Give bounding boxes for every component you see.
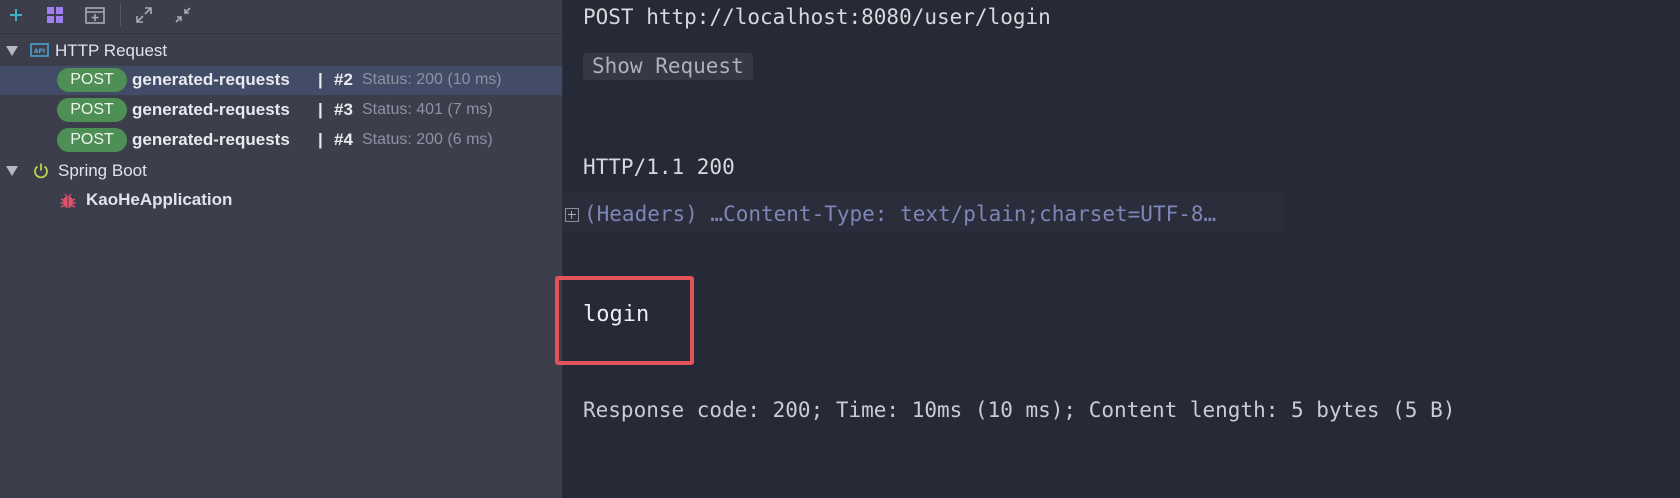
request-separator: | xyxy=(318,100,323,119)
tree-node-http-request[interactable]: API HTTP Request xyxy=(0,37,562,66)
method-badge: POST xyxy=(57,98,127,122)
request-item[interactable]: POST generated-requests | #4 Status: 200… xyxy=(0,126,562,155)
request-separator: | xyxy=(318,70,323,89)
services-panel: API HTTP Request POST generated-requests… xyxy=(0,0,563,498)
request-name: generated-requests xyxy=(132,130,290,149)
app-label: KaoHeApplication xyxy=(86,190,233,209)
api-icon: API xyxy=(30,42,49,63)
response-summary: Response code: 200; Time: 10ms (10 ms); … xyxy=(583,398,1456,422)
add-tab-icon[interactable] xyxy=(82,2,108,28)
expand-all-icon[interactable] xyxy=(131,2,157,28)
request-status: Status: 200 (6 ms) xyxy=(362,131,493,148)
response-body: login xyxy=(583,302,650,327)
request-status: Status: 200 (10 ms) xyxy=(362,71,502,88)
status-line: HTTP/1.1 200 xyxy=(583,155,735,179)
request-item[interactable]: POST generated-requests | #2 Status: 200… xyxy=(0,66,562,95)
headers-summary[interactable]: (Headers) …Content-Type: text/plain;char… xyxy=(584,202,1216,226)
svg-text:API: API xyxy=(34,48,45,55)
collapse-triangle-icon[interactable] xyxy=(5,165,19,177)
add-icon[interactable] xyxy=(3,2,29,28)
tree-label-spring-boot: Spring Boot xyxy=(58,161,147,180)
request-number: #3 xyxy=(334,100,353,119)
collapse-all-icon[interactable] xyxy=(170,2,196,28)
request-line: POST http://localhost:8080/user/login xyxy=(583,5,1051,29)
tree-node-app[interactable]: KaoHeApplication xyxy=(0,186,562,215)
expand-icon[interactable] xyxy=(565,208,579,222)
method-badge: POST xyxy=(57,128,127,152)
toolbar-separator xyxy=(120,4,121,26)
request-status: Status: 401 (7 ms) xyxy=(362,101,493,118)
bug-icon xyxy=(59,192,77,215)
request-name: generated-requests xyxy=(132,70,290,89)
collapse-triangle-icon[interactable] xyxy=(5,45,19,57)
tree-label-http-request: HTTP Request xyxy=(55,41,168,60)
request-item[interactable]: POST generated-requests | #3 Status: 401… xyxy=(0,96,562,125)
request-number: #4 xyxy=(334,130,353,149)
method-badge: POST xyxy=(57,68,127,92)
request-number: #2 xyxy=(334,70,353,89)
grid-icon[interactable] xyxy=(42,2,68,28)
request-name: generated-requests xyxy=(132,100,290,119)
toolbar xyxy=(0,0,562,34)
tree-node-spring-boot[interactable]: Spring Boot xyxy=(0,157,562,186)
request-separator: | xyxy=(318,130,323,149)
power-icon xyxy=(32,162,50,185)
show-request-button[interactable]: Show Request xyxy=(583,53,753,80)
